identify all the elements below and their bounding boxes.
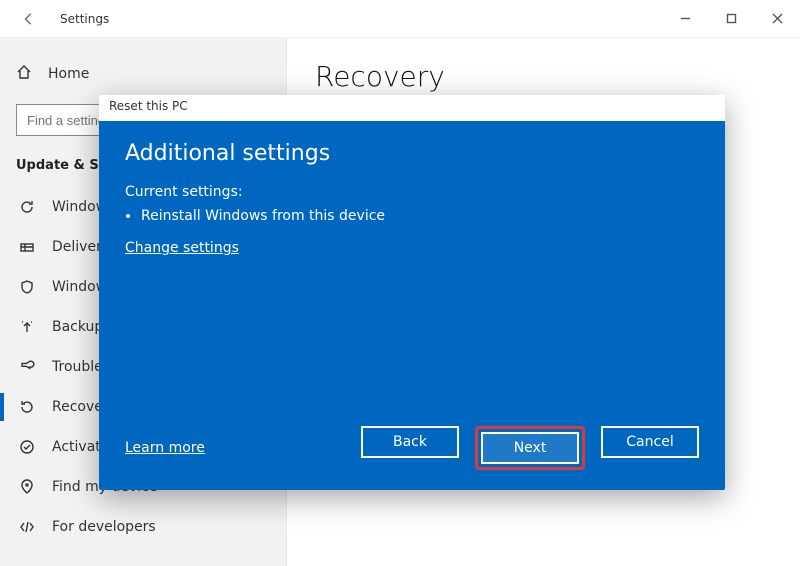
back-button[interactable] [14, 4, 44, 34]
sidebar-item-label: For developers [52, 519, 156, 535]
dialog-footer: Learn more Back Next Cancel [125, 426, 699, 470]
recovery-icon [18, 398, 36, 416]
next-button-highlight: Next [475, 426, 585, 470]
app-title: Settings [60, 12, 109, 26]
home-label: Home [48, 66, 89, 82]
settings-bullet: Reinstall Windows from this device [141, 208, 699, 224]
close-button[interactable] [754, 0, 800, 37]
current-settings-label: Current settings: [125, 184, 699, 200]
page-title: Recovery [315, 60, 772, 93]
next-button[interactable]: Next [481, 432, 579, 464]
maximize-button[interactable] [708, 0, 754, 37]
wrench-icon [18, 358, 36, 376]
cancel-button[interactable]: Cancel [601, 426, 699, 458]
sidebar-item-for-developers[interactable]: For developers [16, 507, 270, 547]
learn-more-link[interactable]: Learn more [125, 440, 205, 456]
dialog-buttons: Back Next Cancel [361, 426, 699, 470]
reset-pc-dialog: Reset this PC Additional settings Curren… [99, 95, 725, 490]
dialog-body: Additional settings Current settings: Re… [99, 121, 725, 490]
location-icon [18, 478, 36, 496]
shield-icon [18, 278, 36, 296]
back-button-dialog[interactable]: Back [361, 426, 459, 458]
window-controls [662, 0, 800, 37]
dialog-heading: Additional settings [125, 141, 699, 166]
sidebar-item-label: Backup [52, 319, 103, 335]
code-icon [18, 518, 36, 536]
minimize-button[interactable] [662, 0, 708, 37]
refresh-icon [18, 198, 36, 216]
sidebar-home[interactable]: Home [16, 56, 270, 92]
change-settings-link[interactable]: Change settings [125, 240, 699, 256]
home-icon [16, 64, 32, 84]
check-circle-icon [18, 438, 36, 456]
delivery-icon [18, 238, 36, 256]
backup-icon [18, 318, 36, 336]
dialog-title: Reset this PC [99, 95, 725, 121]
title-bar: Settings [0, 0, 800, 38]
current-settings-list: Reinstall Windows from this device [127, 206, 699, 226]
